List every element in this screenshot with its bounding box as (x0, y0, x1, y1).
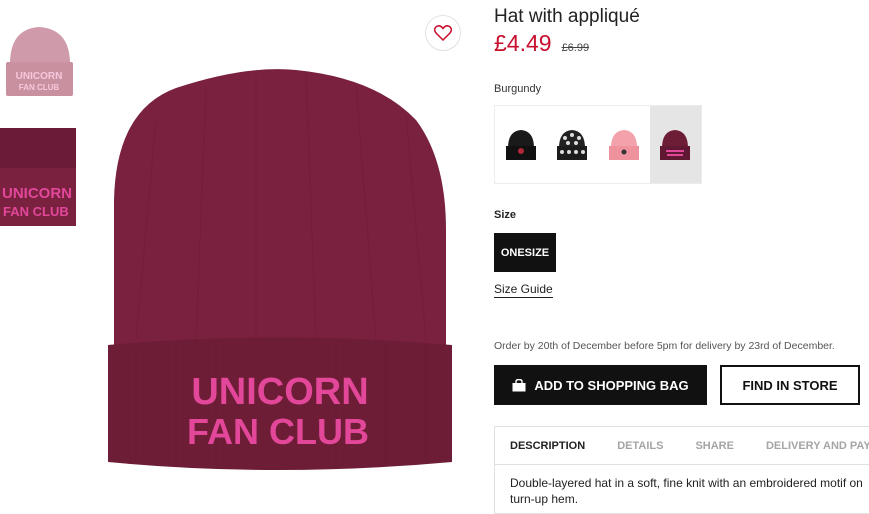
svg-text:FAN CLUB: FAN CLUB (3, 204, 69, 219)
size-option-onesize[interactable]: ONESIZE (494, 233, 556, 272)
swatch-black-hat[interactable] (495, 106, 547, 183)
selected-color-label: Burgundy (494, 83, 542, 95)
sale-price: £4.49 (494, 30, 552, 56)
price-row: £4.49 £6.99 (494, 30, 589, 57)
product-title: Hat with appliqué (494, 6, 640, 27)
add-to-shopping-bag-button[interactable]: ADD TO SHOPPING BAG (494, 365, 707, 405)
tab-delivery-and-payment[interactable]: DELIVERY AND PAYMENT (750, 440, 869, 452)
main-product-image: UNICORN FAN CLUB (96, 0, 468, 514)
tab-details[interactable]: DETAILS (601, 440, 679, 452)
size-label: Size (494, 209, 517, 221)
original-price: £6.99 (561, 42, 590, 54)
favourite-button[interactable] (425, 15, 461, 51)
delivery-note: Order by 20th of December before 5pm for… (494, 340, 835, 352)
svg-text:FAN CLUB: FAN CLUB (19, 83, 60, 92)
bag-icon (512, 378, 526, 391)
burgundy-closeup-thumbnail-image: UNICORN FAN CLUB (0, 128, 76, 226)
burgundy-hat-swatch-image (660, 129, 691, 160)
swatch-burgundy-hat[interactable] (649, 106, 701, 183)
add-to-bag-label: ADD TO SHOPPING BAG (534, 377, 689, 393)
color-swatches (494, 105, 702, 184)
thumbnail-pink-hat[interactable]: UNICORN FAN CLUB (0, 24, 76, 98)
description-text: Double-layered hat in a soft, fine knit … (510, 476, 863, 506)
pink-hat-thumbnail-image: UNICORN FAN CLUB (0, 24, 76, 98)
find-in-store-button[interactable]: FIND IN STORE (720, 365, 860, 405)
size-guide-link[interactable]: Size Guide (494, 282, 553, 298)
tab-description[interactable]: DESCRIPTION (495, 440, 601, 452)
patterned-hat-swatch-image (557, 129, 588, 160)
hat-text-unicorn: UNICORN (191, 371, 368, 413)
product-info-tabs: DESCRIPTION DETAILS SHARE DELIVERY AND P… (494, 426, 869, 514)
hat-text-fan-club: FAN CLUB (187, 411, 369, 452)
svg-text:UNICORN: UNICORN (2, 185, 72, 202)
svg-text:UNICORN: UNICORN (16, 71, 63, 82)
tab-bar: DESCRIPTION DETAILS SHARE DELIVERY AND P… (495, 427, 869, 465)
heart-icon (434, 25, 452, 41)
pink-hat-swatch-image (608, 129, 639, 160)
black-hat-swatch-image (505, 129, 536, 160)
swatch-patterned-hat[interactable] (547, 106, 599, 183)
tab-share[interactable]: SHARE (679, 440, 750, 452)
swatch-pink-hat[interactable] (598, 106, 650, 183)
thumbnail-burgundy-closeup[interactable]: UNICORN FAN CLUB (0, 128, 76, 226)
